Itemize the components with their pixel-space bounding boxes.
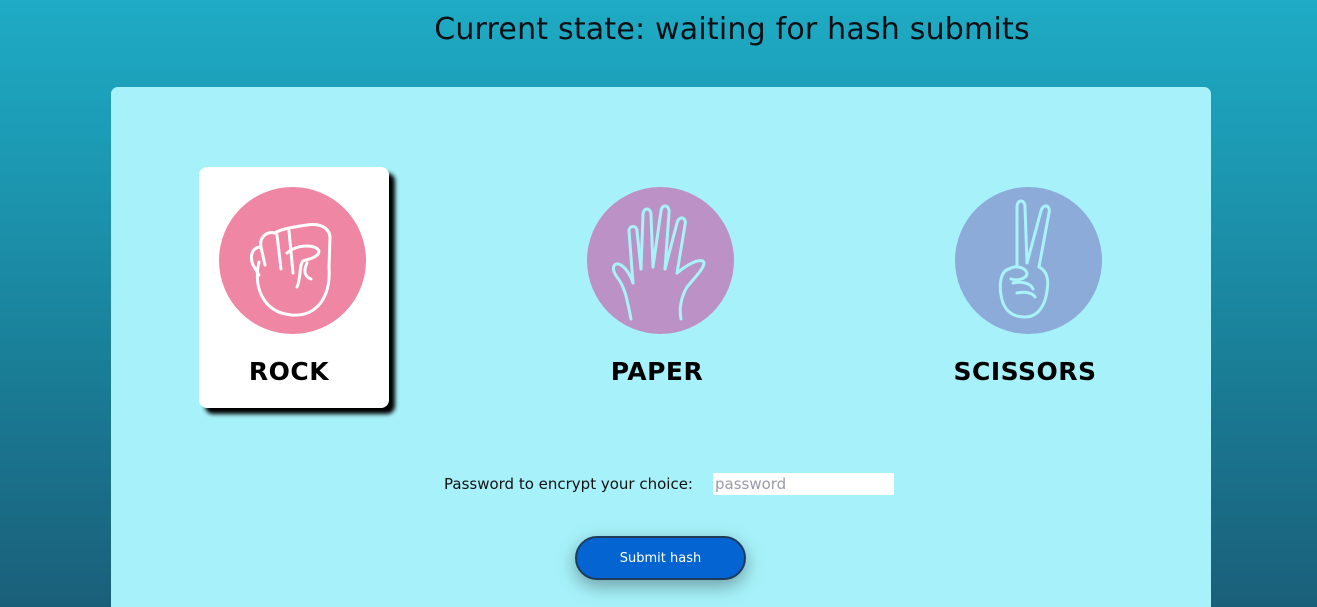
- scissors-circle: [955, 187, 1102, 334]
- choice-card-paper[interactable]: PAPER: [567, 167, 757, 408]
- game-panel: ROCK PAPER SCISSORS Password to encrypt …: [111, 87, 1211, 607]
- choice-card-rock[interactable]: ROCK: [199, 167, 389, 408]
- password-input[interactable]: [712, 473, 894, 495]
- submit-hash-button[interactable]: Submit hash: [575, 536, 746, 580]
- password-label: Password to encrypt your choice:: [444, 475, 693, 493]
- state-title: Current state: waiting for hash submits: [434, 12, 1030, 47]
- open-hand-icon: [612, 204, 706, 321]
- choice-label-paper: PAPER: [610, 357, 704, 386]
- peace-sign-icon: [998, 199, 1051, 319]
- paper-circle: [587, 187, 734, 334]
- rock-circle: [219, 187, 366, 334]
- choice-label-scissors: SCISSORS: [953, 357, 1097, 386]
- choice-card-scissors[interactable]: SCISSORS: [935, 167, 1125, 408]
- choice-label-rock: ROCK: [248, 357, 330, 386]
- password-row: Password to encrypt your choice:: [444, 472, 894, 496]
- fist-icon: [249, 223, 332, 317]
